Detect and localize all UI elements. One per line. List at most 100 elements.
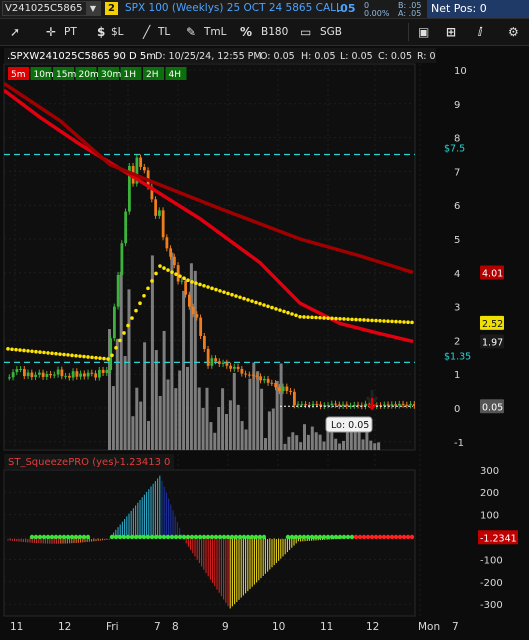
volume-bar <box>205 387 209 450</box>
squeeze-dot <box>85 534 91 540</box>
price-chart[interactable]: .SPXW241025C5865 90 D 5m D: 10/25/24, 12… <box>0 46 529 640</box>
ma-dot <box>366 318 370 322</box>
candle-body <box>330 403 334 406</box>
toolbar-divider <box>408 23 409 41</box>
pencil-icon[interactable]: ✎ <box>186 24 196 40</box>
squeeze-dot <box>329 534 335 540</box>
time-axis-label: 12 <box>366 621 379 633</box>
low-label: Lo: 0.05 <box>331 420 369 431</box>
ma-dot <box>234 294 238 298</box>
ma-dot <box>22 348 26 353</box>
squeeze-dot <box>49 534 55 540</box>
squeeze-dot <box>133 534 139 540</box>
ma-dot <box>206 285 210 289</box>
candle-body <box>68 375 71 378</box>
squeeze-dot <box>353 534 359 540</box>
squeeze-dot <box>289 534 295 540</box>
volume-bar <box>225 414 228 450</box>
candle-body <box>98 369 101 378</box>
volume-bar <box>377 442 381 450</box>
candle-body <box>113 306 116 339</box>
candle-body <box>248 374 251 376</box>
candle-body <box>274 382 278 388</box>
ma-dot <box>362 318 366 322</box>
squeeze-dot <box>45 534 51 540</box>
squeeze-dot <box>229 534 235 540</box>
squeeze-dot <box>293 534 299 540</box>
ma-dot <box>314 315 318 320</box>
trendline-label[interactable]: TL <box>158 24 170 40</box>
volume-bar <box>275 381 279 450</box>
ma-dot <box>358 317 362 322</box>
ma-dot <box>214 287 218 292</box>
squeeze-dot <box>113 534 119 540</box>
cursor-icon[interactable]: ➚ <box>10 24 20 40</box>
grid-icon[interactable]: ⊞ <box>446 24 456 40</box>
monitor-icon[interactable]: ▭ <box>300 24 311 40</box>
link-group-badge[interactable]: 2 <box>105 2 118 15</box>
volume-bar <box>287 436 291 450</box>
study-title: ST_SqueezePRO (yes) <box>8 457 117 468</box>
volume-bar <box>264 438 267 450</box>
study-flag-label: -1.2341 <box>480 533 517 544</box>
timeframe-label: 4H <box>169 70 182 80</box>
ma-dot <box>370 318 374 323</box>
bar-low: L: 0.05 <box>340 51 373 62</box>
time-axis-label: 11 <box>10 621 23 633</box>
screen-icon[interactable]: ▣ <box>418 24 429 40</box>
dollar-icon[interactable]: $ <box>97 24 105 40</box>
ma-dot <box>70 353 74 358</box>
gear-icon[interactable]: ⚙ <box>508 24 519 40</box>
candle-body <box>206 348 210 366</box>
b180-label[interactable]: B180 <box>261 24 288 40</box>
price-level-label[interactable]: $L <box>111 24 124 40</box>
squeeze-dot <box>301 534 307 540</box>
studies-icon[interactable]: ⅈ <box>478 24 482 40</box>
candle-body <box>105 369 109 374</box>
study-value: -1.23413 <box>116 457 161 468</box>
ma-dot <box>310 315 314 320</box>
ma-dot <box>230 292 234 297</box>
squeeze-dot <box>81 534 87 540</box>
squeeze-dot <box>117 534 123 540</box>
ma-dot <box>114 346 118 350</box>
bar-range: R: 0 <box>417 51 436 62</box>
candle-body <box>285 386 289 391</box>
sgb-label[interactable]: SGB <box>320 24 342 40</box>
timeline-label[interactable]: TmL <box>204 24 227 40</box>
squeeze-dot <box>365 534 371 540</box>
candle-body <box>60 369 64 377</box>
ma-dot <box>378 318 382 323</box>
squeeze-dot <box>153 534 159 540</box>
candle-body <box>154 199 158 216</box>
volume-bar <box>318 434 322 450</box>
chevron-down-icon[interactable]: ▼ <box>86 2 100 15</box>
ma-dot <box>226 291 230 296</box>
volume-bar <box>228 400 232 450</box>
time-axis-label: 11 <box>320 621 333 633</box>
pointer-tool-label[interactable]: PT <box>64 24 77 40</box>
volume-bar <box>174 388 178 450</box>
volume-bar <box>232 372 236 450</box>
squeeze-dot <box>105 534 111 540</box>
candle-body <box>218 361 221 364</box>
volume-bar <box>260 388 264 450</box>
squeeze-dot <box>269 534 275 540</box>
candle-body <box>383 404 386 406</box>
trendline-icon[interactable]: ╱ <box>143 24 150 40</box>
percent-icon[interactable]: % <box>240 24 252 40</box>
candle-body <box>71 371 75 378</box>
study-axis-label: 300 <box>480 466 499 477</box>
time-axis-label: Fri <box>106 621 119 633</box>
pointer-tool-icon[interactable]: ✛ <box>46 24 56 40</box>
timeframe-label: 2H <box>146 70 159 80</box>
ma-dot <box>42 350 46 355</box>
volume-bar <box>322 441 326 450</box>
volume-bar <box>170 252 174 450</box>
ma-dot <box>198 282 202 287</box>
volume-bar <box>314 432 318 450</box>
time-axis-label: Mon <box>418 621 440 633</box>
ma-dot <box>262 303 266 307</box>
candle-body <box>394 404 398 406</box>
ma-dot <box>174 272 178 276</box>
